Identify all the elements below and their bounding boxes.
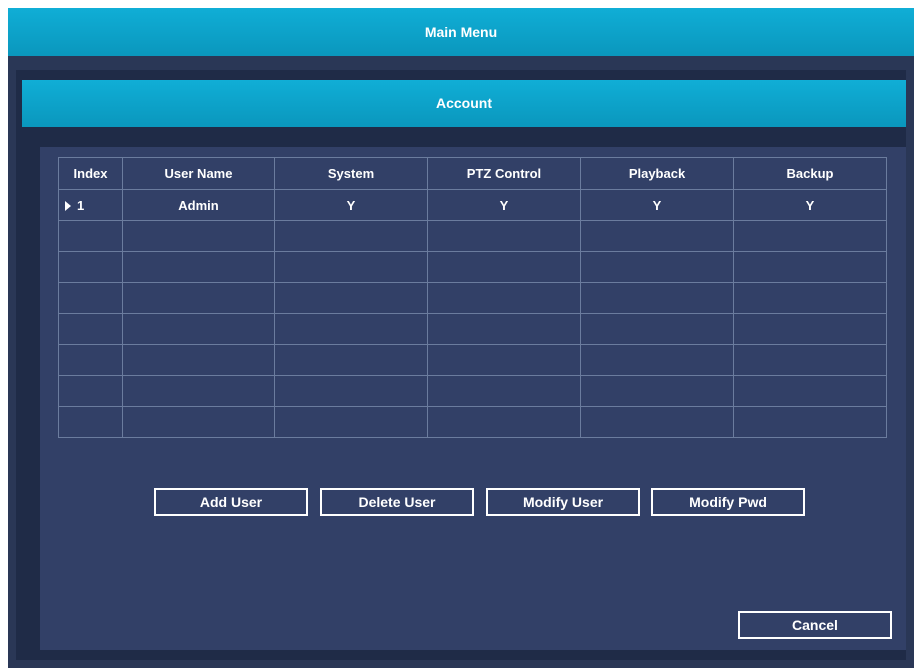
column-header-index[interactable]: Index [58, 157, 123, 190]
modify-pwd-button[interactable]: Modify Pwd [651, 488, 805, 516]
table-row[interactable] [58, 375, 887, 407]
column-header-user-name[interactable]: User Name [122, 157, 275, 190]
account-content-panel: Index User Name System PTZ Control Playb… [40, 147, 906, 650]
column-header-system[interactable]: System [274, 157, 428, 190]
index-value: 1 [77, 197, 85, 213]
modify-user-button[interactable]: Modify User [486, 488, 640, 516]
table-row[interactable] [58, 344, 887, 376]
backup-cell: Y [733, 189, 887, 221]
user-table: Index User Name System PTZ Control Playb… [58, 157, 887, 438]
table-row[interactable] [58, 282, 887, 314]
playback-cell: Y [580, 189, 734, 221]
system-cell: Y [274, 189, 428, 221]
selected-row-arrow-icon [65, 200, 71, 211]
window-title: Main Menu [8, 8, 914, 56]
table-row[interactable] [58, 313, 887, 345]
table-header-row: Index User Name System PTZ Control Playb… [58, 157, 887, 190]
column-header-playback[interactable]: Playback [580, 157, 734, 190]
delete-user-button[interactable]: Delete User [320, 488, 474, 516]
table-row[interactable] [58, 251, 887, 283]
index-cell: 1 [58, 189, 123, 221]
dialog-title: Account [22, 80, 906, 127]
table-row[interactable]: 1 Admin Y Y Y Y [58, 189, 887, 221]
cancel-button[interactable]: Cancel [738, 611, 892, 639]
ptz-control-cell: Y [427, 189, 581, 221]
user-name-cell: Admin [122, 189, 275, 221]
add-user-button[interactable]: Add User [154, 488, 308, 516]
column-header-ptz-control[interactable]: PTZ Control [427, 157, 581, 190]
column-header-backup[interactable]: Backup [733, 157, 887, 190]
table-row[interactable] [58, 220, 887, 252]
table-row[interactable] [58, 406, 887, 438]
